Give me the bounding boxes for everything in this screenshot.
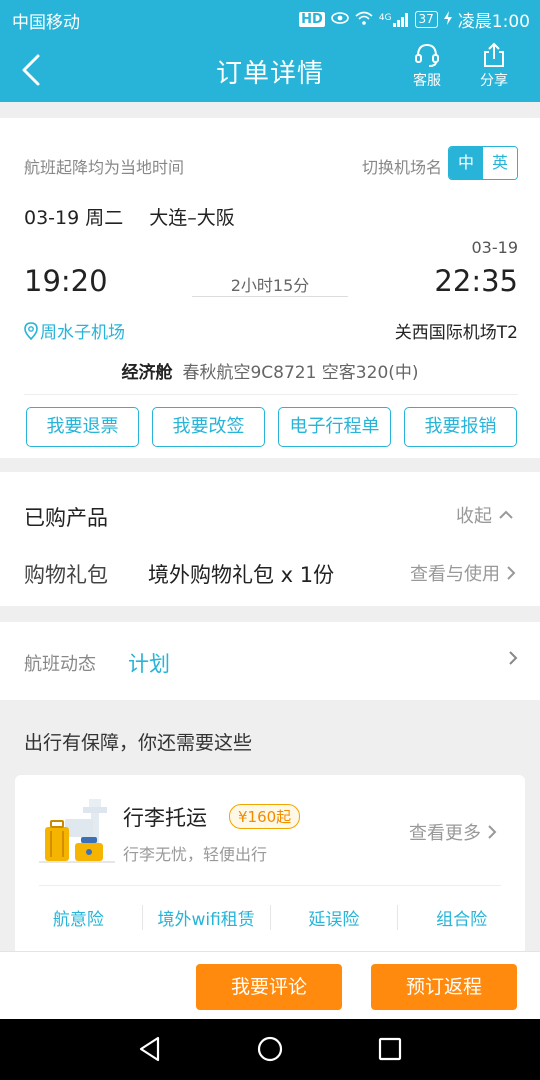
view-and-use-link[interactable]: 查看与使用 (410, 560, 516, 586)
guarantee-title: 出行有保障，你还需要这些 (24, 732, 253, 754)
collapse-label: 收起 (456, 506, 492, 527)
flight-duration: 2小时15分 (230, 276, 310, 295)
departure-airport-name: 周水子机场 (40, 323, 125, 343)
eye-icon (331, 11, 349, 28)
departure-time: 19:20 (24, 264, 108, 298)
luggage-service-card: 行李托运 ¥160起 行李无忧，轻便出行 查看更多 航意险 境外wifi租赁 延… (15, 775, 525, 955)
wifi-icon (355, 11, 373, 29)
header: 中国移动 HD 4G 37 凌晨1:00 订单详情 客服 分享 (0, 0, 540, 102)
product-type-label: 购物礼包 (24, 563, 108, 587)
departure-airport[interactable]: 周水子机场 (24, 318, 125, 343)
luggage-service-subtitle: 行李无忧，轻便出行 (123, 845, 268, 864)
nav-recents-icon[interactable] (374, 1033, 406, 1065)
airport-name-switch-label: 切换机场名 (361, 158, 442, 177)
delay-insurance[interactable]: 延误险 (271, 905, 399, 930)
flight-number-aircraft: 春秋航空9C8721 空客320(中) (182, 363, 419, 383)
flight-status-label: 航班动态 (24, 654, 96, 675)
customer-service-label: 客服 (413, 73, 441, 89)
flight-date-route: 03-19 周二 大连–大阪 (24, 203, 235, 230)
cabin-class: 经济舱 (121, 363, 173, 383)
luggage-service-title: 行李托运 (123, 806, 207, 830)
overseas-wifi-rental[interactable]: 境外wifi租赁 (143, 905, 271, 930)
product-name: 境外购物礼包 x 1份 (148, 563, 335, 587)
lang-en-option[interactable]: 英 (483, 147, 517, 179)
chevron-right-icon (508, 650, 518, 670)
view-more-link[interactable]: 查看更多 (409, 819, 497, 845)
share-label: 分享 (480, 73, 508, 89)
change-ticket-button[interactable]: 我要改签 (152, 407, 265, 447)
share-icon (466, 40, 522, 70)
battery-icon: 37 (414, 11, 438, 28)
book-return-button[interactable]: 预订返程 (371, 964, 517, 1010)
headset-icon (399, 40, 455, 70)
chevron-right-icon (488, 825, 497, 839)
nav-bar: 订单详情 客服 分享 (0, 36, 540, 102)
combo-insurance[interactable]: 组合险 (398, 905, 525, 930)
lang-cn-option[interactable]: 中 (449, 147, 483, 179)
system-nav-bar (0, 1019, 540, 1080)
purchased-products-section: 已购产品 收起 购物礼包 境外购物礼包 x 1份 查看与使用 (0, 472, 540, 606)
divider (39, 885, 501, 886)
reimbursement-button[interactable]: 我要报销 (404, 407, 517, 447)
flight-route: 大连–大阪 (149, 207, 235, 229)
carrier-name: 中国移动 (12, 13, 80, 33)
customer-service-button[interactable]: 客服 (399, 40, 455, 90)
flight-status-value: 计划 (128, 652, 170, 676)
chevron-right-icon (507, 566, 516, 580)
status-bar: 中国移动 HD 4G 37 凌晨1:00 (0, 0, 540, 36)
view-and-use-label: 查看与使用 (410, 564, 500, 585)
nav-home-icon[interactable] (254, 1033, 286, 1065)
bottom-action-bar: 我要评论 预订返程 (0, 951, 540, 1019)
clock-time: 凌晨1:00 (457, 12, 530, 32)
arrival-airport: 关西国际机场T2 (394, 323, 518, 343)
order-actions: 我要退票 我要改签 电子行程单 我要报销 (26, 407, 517, 447)
divider (24, 394, 518, 395)
luggage-illustration (39, 797, 119, 867)
cabin-info: 经济舱 春秋航空9C8721 空客320(中) (0, 358, 540, 383)
nav-back-icon[interactable] (134, 1033, 166, 1065)
airport-language-toggle: 中 英 (448, 146, 518, 180)
share-button[interactable]: 分享 (466, 40, 522, 90)
flight-date: 03-19 周二 (24, 207, 124, 229)
e-itinerary-button[interactable]: 电子行程单 (278, 407, 391, 447)
chevron-up-icon (499, 510, 513, 519)
hd-icon: HD (299, 12, 325, 27)
collapse-button[interactable]: 收起 (456, 502, 514, 528)
duration-line (192, 296, 348, 297)
purchased-products-title: 已购产品 (24, 506, 108, 530)
flight-status-row[interactable]: 航班动态 计划 (0, 622, 540, 700)
location-pin-icon (24, 321, 38, 340)
arrival-time: 22:35 (434, 264, 518, 298)
local-time-hint: 航班起降均为当地时间 (24, 158, 185, 177)
status-icons: HD 4G 37 凌晨1:00 (299, 7, 530, 32)
network-type: 4G (378, 12, 392, 23)
view-more-label: 查看更多 (409, 823, 481, 844)
charging-icon (443, 10, 452, 29)
insurance-options: 航意险 境外wifi租赁 延误险 组合险 (15, 905, 525, 930)
flight-accident-insurance[interactable]: 航意险 (15, 905, 143, 930)
flight-card: 航班起降均为当地时间 切换机场名 中 英 03-19 周二 大连–大阪 03-1… (0, 118, 540, 458)
price-badge: ¥160起 (229, 804, 301, 829)
signal-icon: 4G (378, 12, 409, 27)
refund-button[interactable]: 我要退票 (26, 407, 139, 447)
arrival-date: 03-19 (471, 238, 519, 257)
page-title: 订单详情 (215, 59, 324, 89)
comment-button[interactable]: 我要评论 (196, 964, 342, 1010)
